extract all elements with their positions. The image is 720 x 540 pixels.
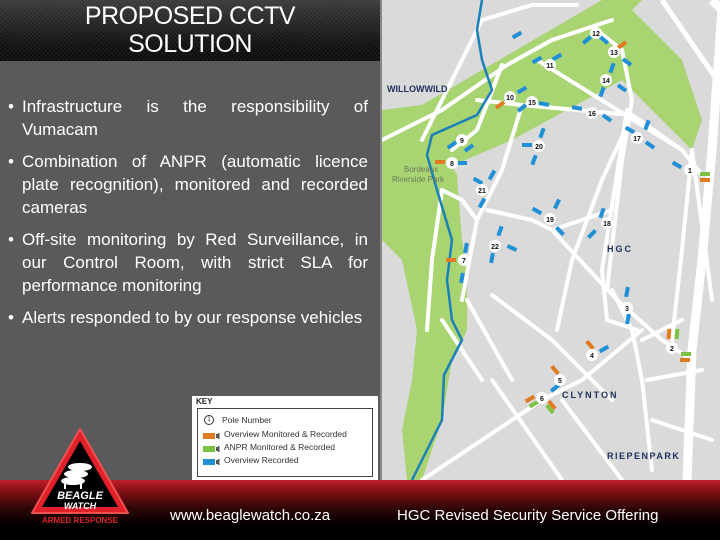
camera-overview-recorded <box>463 242 469 254</box>
area-label-hgc: HGC <box>607 244 633 254</box>
key-label: Pole Number <box>222 415 272 425</box>
pole-number: 6 <box>540 396 544 403</box>
area-label-riepenpark: RIEPENPARK <box>607 451 680 461</box>
pole-number: 19 <box>546 217 554 224</box>
logo-line-2: WATCH <box>64 501 97 511</box>
camera-overview-recorded <box>644 140 656 150</box>
pole-number: 17 <box>633 136 641 143</box>
key-row-overview-recorded: Overview Recorded <box>203 455 299 465</box>
pole-number: 12 <box>592 31 600 38</box>
camera-anpr <box>700 172 710 176</box>
key-row-pole: 1 Pole Number <box>203 415 272 425</box>
road <box>670 148 694 342</box>
camera-overview-recorded <box>553 198 561 210</box>
camera-anpr <box>674 328 680 340</box>
camera-overview-recorded <box>522 143 532 147</box>
park-label-line1: Bordeaux <box>404 165 438 174</box>
camera-overview-recorded <box>487 169 497 181</box>
key-label: Overview Recorded <box>224 455 299 465</box>
pole-number: 1 <box>688 168 692 175</box>
bullet-item: • Off-site monitoring by Red Surveillance… <box>8 228 368 297</box>
pole-number: 16 <box>588 111 596 118</box>
main-road <box>682 0 720 480</box>
road <box>485 208 694 362</box>
bullet-item: • Alerts responded to by our response veh… <box>8 306 368 329</box>
pole-number: 11 <box>546 63 554 70</box>
pole-number: 21 <box>478 188 486 195</box>
key-row-overview-monitored: Overview Monitored & Recorded <box>203 429 347 439</box>
pole-number: 8 <box>450 161 454 168</box>
pole-number: 9 <box>460 138 464 145</box>
camera-green-icon <box>203 444 221 452</box>
cctv-map: 1 2 3 4 5 6 7 8 9 10 11 12 13 14 15 16 17 18 19 20 21 22 WILL… <box>380 0 720 480</box>
key-label: Overview Monitored & Recorded <box>224 429 347 439</box>
camera-overview-recorded <box>496 225 504 237</box>
camera-overview-recorded <box>530 154 538 166</box>
title-line-1: PROPOSED CCTV <box>84 2 296 30</box>
camera-overview-recorded <box>531 206 543 216</box>
map-key: KEY 1 Pole Number Overview Monitored & R… <box>192 396 378 480</box>
key-title: KEY <box>196 397 213 406</box>
bullet-text: Infrastructure is the responsibility of … <box>22 97 368 139</box>
road <box>650 418 714 442</box>
pole-number: 13 <box>610 50 618 57</box>
bullet-item: • Combination of ANPR (automatic licence … <box>8 150 368 219</box>
pole-number: 15 <box>528 100 536 107</box>
pole-number: 3 <box>625 306 629 313</box>
key-row-anpr: ANPR Monitored & Recorded <box>203 442 335 452</box>
bullet-text: Combination of ANPR (automatic licence p… <box>22 152 368 217</box>
road <box>560 398 624 480</box>
key-label: ANPR Monitored & Recorded <box>224 442 336 452</box>
key-box: 1 Pole Number Overview Monitored & Recor… <box>197 408 373 477</box>
park-label-line2: Riverside Park <box>392 175 445 184</box>
map-svg: 12345678910111213141516171819202122 WILL… <box>382 0 720 480</box>
logo-subtitle: ARMED RESPONSE <box>41 516 118 525</box>
pole-number: 20 <box>535 144 543 151</box>
pole-number-icon: 1 <box>204 415 214 425</box>
camera-overview-recorded <box>457 161 467 165</box>
pole-number: 7 <box>462 258 466 265</box>
bordeaux-park <box>382 140 467 480</box>
camera-overview-recorded <box>506 244 518 252</box>
camera-orange-icon <box>203 431 221 439</box>
pole-number: 2 <box>670 346 674 353</box>
camera-overview-recorded <box>624 286 630 298</box>
camera-overview-monitored <box>585 339 595 351</box>
camera-overview-monitored <box>446 258 456 262</box>
bullet-text: Alerts responded to by our response vehi… <box>22 308 363 327</box>
bullet-dot: • <box>8 230 14 249</box>
bullet-dot: • <box>8 308 14 327</box>
camera-overview-recorded <box>587 229 597 239</box>
camera-overview-recorded <box>511 30 523 40</box>
bullet-item: • Infrastructure is the responsibility of… <box>8 95 368 141</box>
area-label-willowwild: WILLOWWILD <box>387 84 448 94</box>
footer-website-link[interactable]: www.beaglewatch.co.za <box>170 507 330 524</box>
camera-overview-recorded <box>616 83 628 93</box>
bullet-dot: • <box>8 97 14 116</box>
camera-blue-icon <box>203 457 221 465</box>
camera-overview-recorded <box>598 344 610 354</box>
camera-overview-recorded <box>472 176 484 186</box>
bullet-dot: • <box>8 152 14 171</box>
camera-overview-monitored <box>680 358 690 362</box>
camera-anpr <box>681 352 691 356</box>
footer-title: HGC Revised Security Service Offering <box>397 507 659 524</box>
camera-overview-monitored <box>550 364 560 376</box>
title-line-2: SOLUTION <box>128 30 252 58</box>
camera-overview-recorded <box>538 127 546 139</box>
camera-overview-recorded <box>671 160 683 170</box>
bullet-text: Off-site monitoring by Red Surveillance,… <box>22 230 368 295</box>
pole-number: 14 <box>602 78 610 85</box>
slide-title: PROPOSED CCTV SOLUTION <box>0 2 380 58</box>
pole-number: 10 <box>506 95 514 102</box>
camera-overview-recorded <box>489 252 495 264</box>
pole-number: 4 <box>590 353 594 360</box>
camera-overview-monitored <box>435 160 445 164</box>
bullet-list: • Infrastructure is the responsibility of… <box>8 95 368 338</box>
area-label-clynton: CLYNTON <box>562 390 619 400</box>
pole-number: 22 <box>491 244 499 251</box>
camera-overview-monitored <box>700 178 710 182</box>
pole-number: 18 <box>603 221 611 228</box>
pole-number: 5 <box>558 378 562 385</box>
